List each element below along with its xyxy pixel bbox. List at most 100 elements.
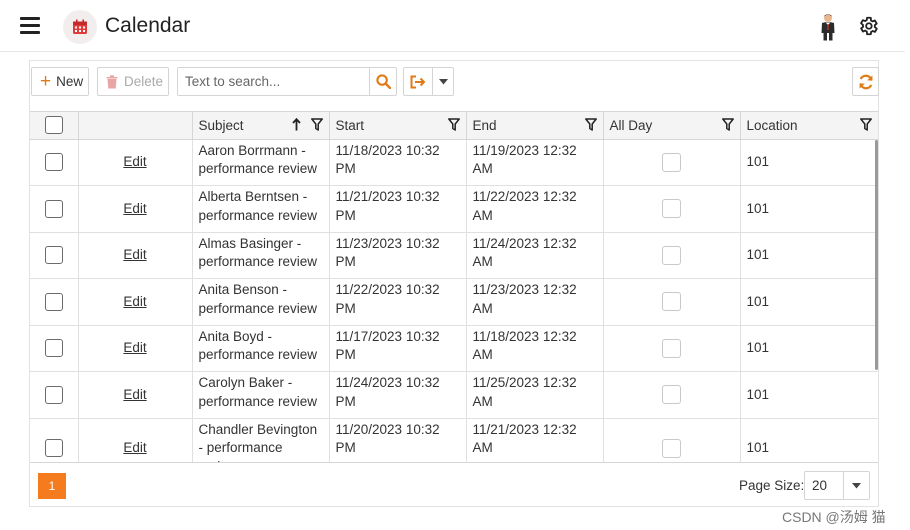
edit-link[interactable]: Edit bbox=[123, 294, 146, 309]
end-cell: 11/24/2023 12:32 AM bbox=[466, 232, 604, 279]
column-header-location[interactable]: Location bbox=[740, 112, 878, 140]
sort-ascending-icon[interactable] bbox=[291, 117, 301, 134]
column-header-start[interactable]: Start bbox=[329, 112, 467, 140]
start-cell: 11/17/2023 10:32 PM bbox=[329, 325, 467, 372]
new-button[interactable]: + New bbox=[31, 67, 89, 96]
column-header-label: Start bbox=[335, 117, 365, 133]
start-cell: 11/18/2023 10:32 PM bbox=[329, 139, 467, 186]
allday-cell bbox=[603, 325, 741, 372]
allday-cell bbox=[603, 185, 741, 233]
column-header-subject[interactable]: Subject bbox=[192, 112, 330, 140]
row-select-cell bbox=[30, 232, 79, 279]
data-grid: Subject Start End All Day Location Edit … bbox=[30, 111, 878, 463]
search-box bbox=[177, 67, 397, 96]
row-checkbox[interactable] bbox=[44, 339, 63, 358]
allday-cell bbox=[603, 418, 741, 462]
filter-icon[interactable] bbox=[310, 118, 323, 134]
column-header-end[interactable]: End bbox=[466, 112, 604, 140]
grid-toolbar: + New Delete bbox=[30, 61, 879, 105]
row-checkbox[interactable] bbox=[44, 246, 63, 265]
row-checkbox[interactable] bbox=[44, 292, 63, 311]
select-all-checkbox[interactable] bbox=[44, 116, 63, 135]
export-button[interactable] bbox=[403, 67, 454, 96]
row-checkbox[interactable] bbox=[44, 153, 63, 172]
row-checkbox[interactable] bbox=[44, 439, 63, 458]
table-row[interactable]: Edit Almas Basinger - performance review… bbox=[30, 232, 878, 279]
table-row[interactable]: Edit Anita Boyd - performance review 11/… bbox=[30, 325, 878, 372]
column-header-allday[interactable]: All Day bbox=[603, 112, 741, 140]
location-cell: 101 bbox=[740, 278, 878, 326]
row-checkbox[interactable] bbox=[44, 199, 63, 218]
table-row[interactable]: Edit Alberta Berntsen - performance revi… bbox=[30, 185, 878, 233]
allday-cell bbox=[603, 278, 741, 326]
edit-link[interactable]: Edit bbox=[123, 340, 146, 355]
edit-link[interactable]: Edit bbox=[123, 440, 146, 455]
chevron-down-icon[interactable] bbox=[433, 68, 453, 95]
page-size-select[interactable]: 20 bbox=[804, 471, 870, 500]
new-button-label: New bbox=[56, 74, 84, 89]
search-icon[interactable] bbox=[369, 68, 396, 95]
edit-link[interactable]: Edit bbox=[123, 201, 146, 216]
edit-cell: Edit bbox=[78, 325, 193, 372]
edit-link[interactable]: Edit bbox=[123, 247, 146, 262]
end-cell: 11/19/2023 12:32 AM bbox=[466, 139, 604, 186]
gear-icon[interactable] bbox=[857, 15, 881, 39]
column-header-label: End bbox=[472, 117, 497, 133]
allday-checkbox[interactable] bbox=[662, 385, 681, 405]
page-button-current[interactable]: 1 bbox=[38, 473, 66, 499]
search-input[interactable] bbox=[178, 68, 369, 95]
start-cell: 11/23/2023 10:32 PM bbox=[329, 232, 467, 279]
edit-cell: Edit bbox=[78, 139, 193, 186]
subject-cell: Almas Basinger - performance review bbox=[192, 232, 330, 279]
calendar-icon bbox=[63, 10, 97, 44]
allday-checkbox[interactable] bbox=[662, 199, 681, 219]
filter-icon[interactable] bbox=[584, 118, 597, 134]
watermark: CSDN @汤姆 猫 bbox=[782, 509, 886, 525]
allday-checkbox[interactable] bbox=[662, 338, 681, 358]
edit-cell: Edit bbox=[78, 418, 193, 462]
app-header: Calendar bbox=[0, 0, 905, 52]
delete-button-label: Delete bbox=[124, 74, 164, 89]
column-header-label: Location bbox=[746, 117, 798, 133]
table-row[interactable]: Edit Carolyn Baker - performance review … bbox=[30, 371, 878, 419]
allday-checkbox[interactable] bbox=[662, 292, 681, 312]
grid-panel: + New Delete Text to search... Subject S… bbox=[29, 60, 879, 507]
allday-cell bbox=[603, 232, 741, 279]
row-checkbox[interactable] bbox=[44, 385, 63, 404]
table-row[interactable]: Edit Chandler Bevington - performance re… bbox=[30, 418, 878, 462]
edit-cell: Edit bbox=[78, 185, 193, 233]
end-cell: 11/22/2023 12:32 AM bbox=[466, 185, 604, 233]
row-select-cell bbox=[30, 418, 79, 462]
filter-icon[interactable] bbox=[860, 118, 872, 134]
row-select-cell bbox=[30, 139, 79, 186]
allday-cell bbox=[603, 139, 741, 186]
table-row[interactable]: Edit Aaron Borrmann - performance review… bbox=[30, 139, 878, 186]
subject-cell: Anita Benson - performance review bbox=[192, 278, 330, 326]
edit-cell: Edit bbox=[78, 232, 193, 279]
allday-checkbox[interactable] bbox=[662, 438, 681, 458]
filter-icon[interactable] bbox=[447, 118, 460, 134]
trash-icon bbox=[106, 74, 118, 89]
grid-header-row: Subject Start End All Day Location bbox=[30, 112, 878, 140]
allday-cell bbox=[603, 371, 741, 419]
end-cell: 11/21/2023 12:32 AM bbox=[466, 418, 604, 462]
edit-column-header bbox=[78, 112, 193, 140]
export-icon[interactable] bbox=[404, 68, 433, 95]
row-select-cell bbox=[30, 371, 79, 419]
chevron-down-icon[interactable] bbox=[843, 472, 869, 499]
allday-checkbox[interactable] bbox=[662, 152, 681, 172]
page-size-value: 20 bbox=[812, 478, 828, 493]
table-row[interactable]: Edit Anita Benson - performance review 1… bbox=[30, 278, 878, 326]
location-cell: 101 bbox=[740, 418, 878, 462]
filter-icon[interactable] bbox=[721, 118, 734, 134]
row-select-cell bbox=[30, 185, 79, 233]
refresh-button[interactable] bbox=[852, 67, 879, 96]
edit-link[interactable]: Edit bbox=[123, 387, 146, 402]
hamburger-menu-icon[interactable] bbox=[20, 17, 40, 35]
user-avatar[interactable] bbox=[816, 13, 840, 41]
vertical-scrollbar[interactable] bbox=[875, 140, 878, 370]
edit-link[interactable]: Edit bbox=[123, 154, 146, 169]
start-cell: 11/20/2023 10:32 PM bbox=[329, 418, 467, 462]
delete-button[interactable]: Delete bbox=[97, 67, 169, 96]
allday-checkbox[interactable] bbox=[662, 245, 681, 265]
